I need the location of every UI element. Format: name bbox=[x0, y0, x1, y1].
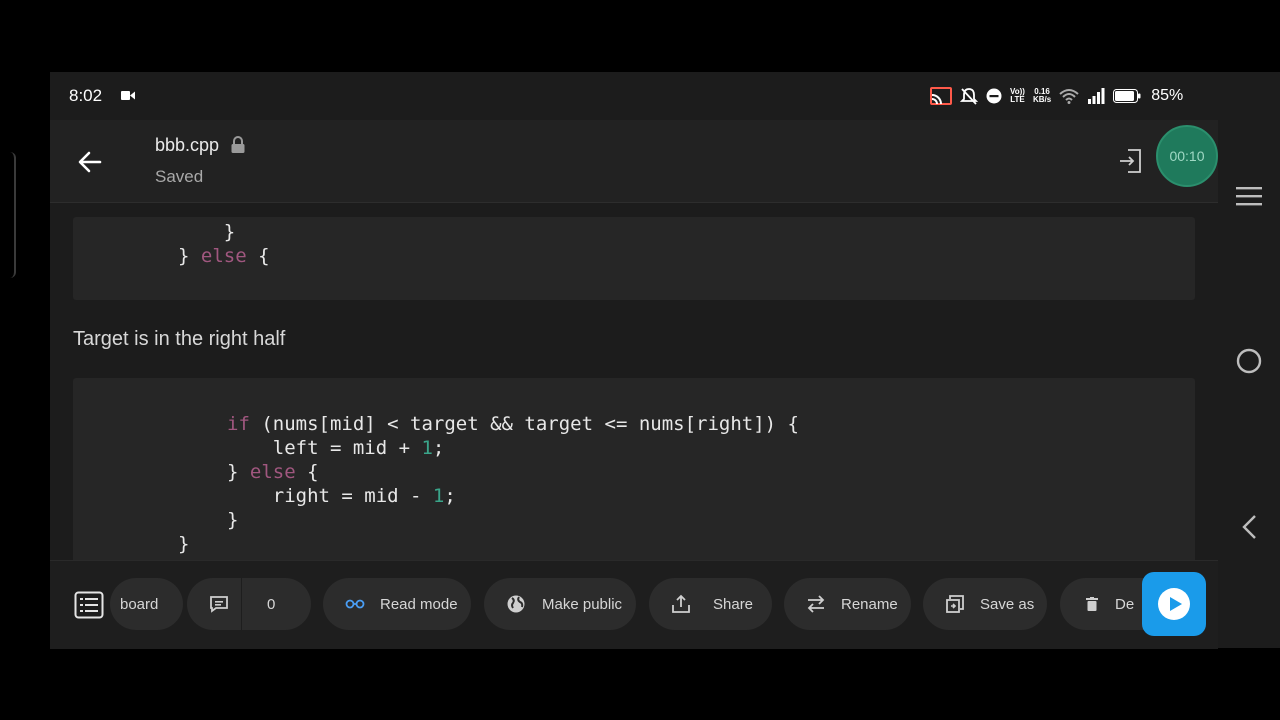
outline-icon[interactable] bbox=[74, 591, 104, 619]
paragraph-text: Target is in the right half bbox=[73, 328, 286, 350]
status-icons: Vo)) LTE 0.16 KB/s 85% bbox=[930, 84, 1183, 108]
read-mode-button[interactable]: Read mode bbox=[323, 578, 471, 630]
trash-icon bbox=[1086, 597, 1098, 611]
save-as-button[interactable]: Save as bbox=[923, 578, 1047, 630]
chip-divider bbox=[241, 578, 242, 630]
document-content[interactable]: } } else { Target is in the right half i… bbox=[50, 203, 1218, 560]
code-text: } } else { bbox=[178, 221, 270, 267]
file-name: bbb.cpp bbox=[155, 135, 220, 155]
dashboard-label: board bbox=[120, 595, 159, 613]
swap-icon bbox=[807, 595, 825, 613]
video-record-icon bbox=[121, 91, 135, 100]
back-arrow-icon[interactable] bbox=[74, 146, 106, 178]
bottom-toolbar: board 0 Read mode Make public Share Rena… bbox=[50, 560, 1218, 649]
share-label: Share bbox=[713, 595, 754, 613]
code-text: if (nums[mid] < target && target <= nums… bbox=[178, 413, 799, 555]
comment-icon bbox=[210, 596, 228, 613]
phone-screen: 8:02 Vo)) LTE 0.16 KB/s 85% bbb.cpp Save… bbox=[50, 72, 1280, 649]
status-bar: 8:02 Vo)) LTE 0.16 KB/s 85% bbox=[50, 72, 1280, 120]
recording-timer[interactable]: 00:10 bbox=[1156, 125, 1218, 187]
screen-edge bbox=[0, 152, 16, 278]
volte-indicator: Vo)) LTE bbox=[1010, 87, 1025, 104]
share-icon bbox=[672, 594, 690, 613]
mute-bell-icon bbox=[960, 88, 978, 105]
play-icon bbox=[1158, 588, 1190, 620]
rename-label: Rename bbox=[841, 595, 898, 613]
comments-button[interactable]: 0 bbox=[187, 578, 311, 630]
battery-percent: 85% bbox=[1151, 87, 1184, 104]
status-time: 8:02 bbox=[69, 86, 103, 105]
code-block: } } else { bbox=[73, 217, 1195, 300]
menu-icon[interactable] bbox=[1236, 186, 1262, 206]
save-as-label: Save as bbox=[980, 595, 1035, 613]
read-mode-label: Read mode bbox=[380, 595, 458, 613]
save-as-icon bbox=[946, 595, 964, 613]
nav-back-icon[interactable] bbox=[1240, 514, 1258, 540]
code-block: if (nums[mid] < target && target <= nums… bbox=[73, 378, 1195, 560]
exit-icon[interactable] bbox=[1118, 148, 1142, 174]
globe-icon bbox=[507, 595, 525, 613]
battery-icon bbox=[1113, 89, 1141, 103]
share-button[interactable]: Share bbox=[649, 578, 772, 630]
do-not-disturb-icon bbox=[986, 88, 1002, 104]
lock-icon bbox=[231, 136, 245, 153]
signal-icon bbox=[1088, 88, 1105, 104]
home-icon[interactable] bbox=[1236, 348, 1262, 374]
cast-icon bbox=[930, 87, 952, 105]
run-button[interactable] bbox=[1142, 572, 1206, 636]
delete-label: De bbox=[1115, 595, 1135, 613]
wifi-icon bbox=[1059, 89, 1079, 104]
make-public-label: Make public bbox=[542, 595, 623, 613]
app-bar: bbb.cpp Saved 00:10 bbox=[50, 120, 1218, 203]
rename-button[interactable]: Rename bbox=[784, 578, 911, 630]
network-speed: 0.16 KB/s bbox=[1032, 87, 1052, 104]
make-public-button[interactable]: Make public bbox=[484, 578, 636, 630]
save-status: Saved bbox=[155, 167, 204, 186]
glasses-icon bbox=[345, 599, 365, 609]
comment-count: 0 bbox=[267, 595, 276, 613]
dashboard-button[interactable]: board bbox=[110, 578, 183, 630]
